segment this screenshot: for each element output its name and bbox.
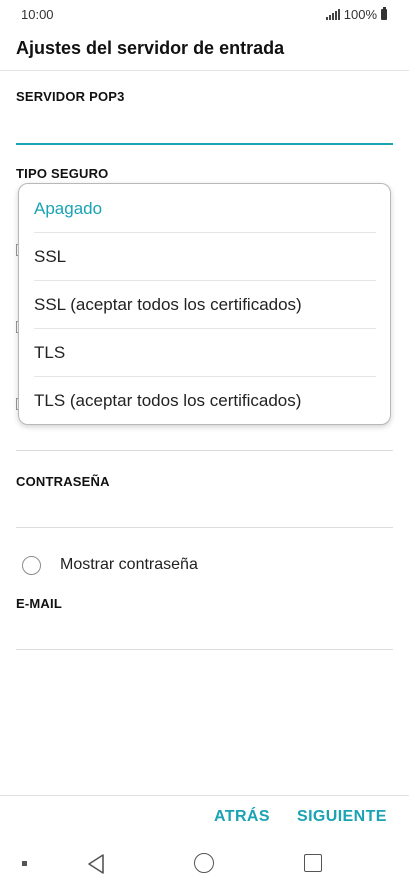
action-bar-divider <box>0 795 409 796</box>
status-bar: 10:00 100% <box>0 0 409 30</box>
field-divider <box>16 450 393 451</box>
page-title: Ajustes del servidor de entrada <box>16 38 285 58</box>
email-input[interactable] <box>16 615 393 647</box>
battery-percentage: 100% <box>343 7 377 22</box>
battery-icon <box>381 7 387 20</box>
server-input-underline <box>16 143 393 145</box>
server-input[interactable] <box>16 108 393 142</box>
system-nav-bar <box>0 844 409 888</box>
next-button[interactable]: SIGUIENTE <box>297 808 387 826</box>
dropdown-option-ssl[interactable]: SSL <box>19 233 390 281</box>
server-field-label: SERVIDOR POP3 <box>16 89 125 104</box>
show-password-radio[interactable] <box>22 555 41 575</box>
password-field-label: CONTRASEÑA <box>16 474 110 489</box>
incoming-server-settings-screen: 10:00 100% Ajustes del servidor de entra… <box>0 0 409 888</box>
dropdown-option-tls[interactable]: TLS <box>19 329 390 377</box>
back-button[interactable]: ATRÁS <box>214 808 270 826</box>
email-input-underline <box>16 649 393 650</box>
security-type-dropdown[interactable]: Apagado SSL SSL (aceptar todos los certi… <box>18 183 391 425</box>
show-password-label: Mostrar contraseña <box>60 556 198 573</box>
nav-dot-icon <box>22 861 27 866</box>
password-input[interactable] <box>16 493 393 525</box>
home-circle-icon[interactable] <box>194 853 214 873</box>
recent-apps-icon[interactable] <box>304 854 322 872</box>
show-password-option[interactable]: Mostrar contraseña <box>22 554 198 576</box>
email-field-label: E-MAIL <box>16 596 62 611</box>
dropdown-option-tls-all-certs[interactable]: TLS (aceptar todos los certificados) <box>19 377 390 424</box>
status-time: 10:00 <box>21 7 54 22</box>
status-indicators: 100% <box>325 7 387 22</box>
security-type-label: TIPO SEGURO <box>16 166 109 181</box>
password-input-underline <box>16 527 393 528</box>
back-triangle-icon[interactable] <box>86 853 106 880</box>
dropdown-option-ssl-all-certs[interactable]: SSL (aceptar todos los certificados) <box>19 281 390 329</box>
signal-icon <box>325 9 341 20</box>
dropdown-option-apagado[interactable]: Apagado <box>19 185 390 233</box>
title-divider <box>0 70 409 71</box>
